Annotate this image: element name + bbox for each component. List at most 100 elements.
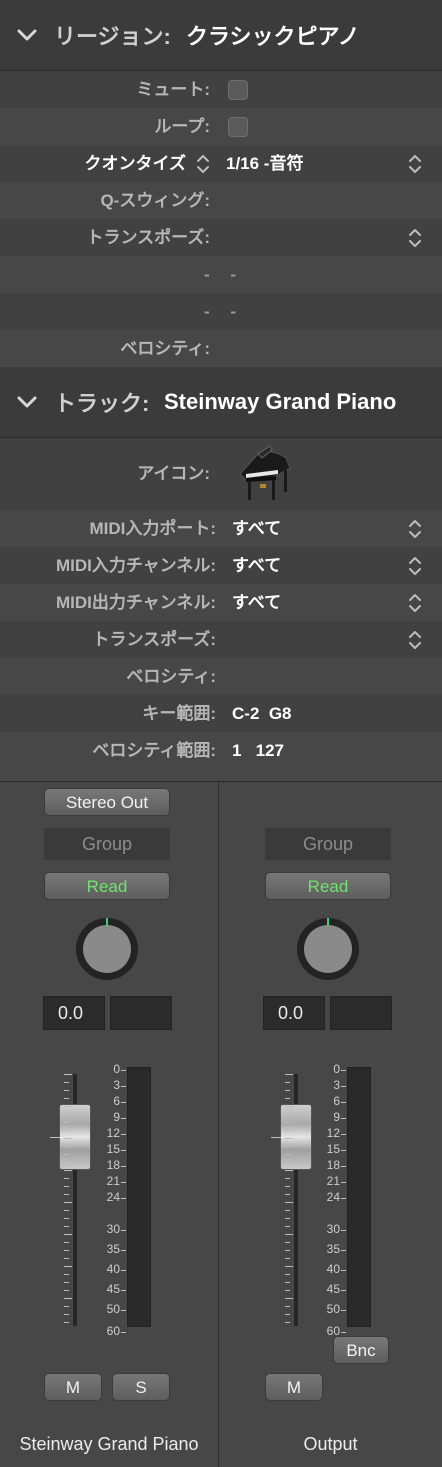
meter-scale-label: 60: [106, 1324, 120, 1338]
fader-tick: [285, 1162, 290, 1163]
fader-tick: [285, 1274, 290, 1275]
track-velocity-row: ベロシティ:: [0, 658, 442, 695]
fader-tick: [64, 1298, 72, 1299]
key-range-label: キー範囲:: [142, 704, 216, 723]
midi-in-port-value[interactable]: すべて: [232, 510, 281, 547]
automation-mode-button[interactable]: Read: [44, 872, 170, 900]
fader-tick: [64, 1314, 69, 1315]
meter-scale-label: 35: [326, 1242, 340, 1256]
mute-button[interactable]: M: [44, 1373, 102, 1401]
unity-marker: [271, 1137, 281, 1138]
mute-button[interactable]: M: [265, 1373, 323, 1401]
midi-in-channel-value[interactable]: すべて: [232, 547, 281, 584]
meter-scale-tick: [121, 1230, 126, 1231]
loop-checkbox[interactable]: [228, 117, 248, 137]
fader-tick: [64, 1266, 72, 1267]
pan-readout[interactable]: [110, 996, 172, 1030]
fader-tick: [64, 1186, 69, 1187]
fader-tick: [64, 1130, 69, 1131]
meter-scale-tick: [341, 1250, 346, 1251]
quantize-updown-icon[interactable]: [408, 153, 422, 175]
meter-scale-tick: [121, 1182, 126, 1183]
meter-scale-tick: [121, 1332, 126, 1333]
channel-strip-instrument: Stereo Out Group Read 0.0 0 3 6 9 12 15 18 21 24…: [0, 782, 219, 1467]
solo-button[interactable]: S: [112, 1373, 170, 1401]
region-dash-row-1: - -: [0, 256, 442, 293]
qswing-label: Q-スウィング:: [100, 191, 210, 210]
fader-tick: [285, 1106, 293, 1107]
meter-scale-tick: [341, 1166, 346, 1167]
midi-out-channel-label: MIDI出力チャンネル:: [55, 593, 216, 612]
group-slot[interactable]: Group: [265, 828, 391, 860]
meter-scale-label: 12: [106, 1126, 120, 1140]
fader-tick: [64, 1226, 69, 1227]
level-meter: [127, 1067, 151, 1327]
midi-in-port-row: MIDI入力ポート: すべて: [0, 510, 442, 547]
midi-out-channel-value[interactable]: すべて: [232, 584, 281, 621]
pan-readout[interactable]: [330, 996, 392, 1030]
midi-in-channel-row: MIDI入力チャンネル: すべて: [0, 547, 442, 584]
volume-readout[interactable]: 0.0: [43, 996, 105, 1030]
track-header-label: トラック:: [54, 391, 150, 416]
meter-scale-tick: [121, 1102, 126, 1103]
fader-tick: [64, 1290, 69, 1291]
automation-mode-button[interactable]: Read: [265, 872, 391, 900]
quantize-label: クオンタイズ: [84, 154, 187, 173]
meter-scale-label: 3: [333, 1078, 340, 1092]
fader-tick: [285, 1250, 290, 1251]
track-name[interactable]: Steinway Grand Piano: [164, 389, 396, 415]
meter-scale-tick: [341, 1230, 346, 1231]
meter-scale-label: 3: [113, 1078, 120, 1092]
region-velocity-label: ベロシティ:: [120, 339, 210, 358]
volume-readout[interactable]: 0.0: [263, 996, 325, 1030]
dash-placeholder: - -: [204, 302, 245, 321]
velocity-range-value[interactable]: 1 127: [232, 732, 284, 769]
channel-name[interactable]: Steinway Grand Piano: [0, 1434, 218, 1455]
meter-scale-label: 35: [106, 1242, 120, 1256]
track-section-header[interactable]: トラック: Steinway Grand Piano: [0, 367, 442, 438]
fader-tick: [64, 1234, 72, 1235]
meter-scale-tick: [341, 1332, 346, 1333]
quantize-mode-updown-icon[interactable]: [196, 153, 210, 175]
meter-scale-tick: [341, 1270, 346, 1271]
chevron-down-icon[interactable]: [14, 389, 40, 415]
quantize-row: クオンタイズ 1/16 -音符: [0, 145, 442, 182]
region-section-header[interactable]: リージョン: クラシックピアノ: [0, 0, 442, 71]
chevron-down-icon[interactable]: [14, 22, 40, 48]
output-slot-button[interactable]: Stereo Out: [44, 788, 170, 816]
midi-in-port-updown-icon[interactable]: [408, 518, 422, 540]
pan-knob[interactable]: [295, 916, 361, 982]
meter-scale-tick: [341, 1118, 346, 1119]
mute-label: ミュート:: [136, 80, 210, 99]
track-transpose-row: トランスポーズ:: [0, 621, 442, 658]
channel-name[interactable]: Output: [219, 1434, 442, 1455]
midi-out-channel-updown-icon[interactable]: [408, 592, 422, 614]
bounce-button[interactable]: Bnc: [333, 1336, 389, 1364]
midi-in-channel-updown-icon[interactable]: [408, 555, 422, 577]
region-transpose-updown-icon[interactable]: [408, 227, 422, 249]
key-range-value[interactable]: C-2 G8: [232, 695, 292, 732]
fader-tick: [64, 1122, 69, 1123]
quantize-value[interactable]: 1/16 -音符: [226, 145, 303, 182]
track-icon-row: アイコン:: [0, 438, 442, 510]
track-transpose-updown-icon[interactable]: [408, 629, 422, 651]
qswing-row: Q-スウィング:: [0, 182, 442, 219]
grand-piano-icon[interactable]: [232, 444, 296, 504]
mute-row: ミュート:: [0, 71, 442, 108]
fader-tick: [64, 1282, 69, 1283]
group-slot[interactable]: Group: [44, 828, 170, 860]
inspector-panel: リージョン: クラシックピアノ ミュート: ループ: クオンタイズ 1/16 -…: [0, 0, 442, 769]
mute-checkbox[interactable]: [228, 80, 248, 100]
pan-knob[interactable]: [74, 916, 140, 982]
meter-scale-tick: [341, 1086, 346, 1087]
fader-tick: [285, 1114, 290, 1115]
fader-tick: [285, 1138, 293, 1139]
region-name[interactable]: クラシックピアノ: [186, 19, 360, 51]
region-velocity-row: ベロシティ:: [0, 330, 442, 367]
meter-scale-label: 40: [106, 1262, 120, 1276]
fader-tick: [64, 1250, 69, 1251]
midi-in-channel-label: MIDI入力チャンネル:: [55, 556, 216, 575]
fader-tick: [285, 1218, 290, 1219]
fader-tick: [285, 1202, 293, 1203]
velocity-range-label: ベロシティ範囲:: [92, 741, 216, 760]
